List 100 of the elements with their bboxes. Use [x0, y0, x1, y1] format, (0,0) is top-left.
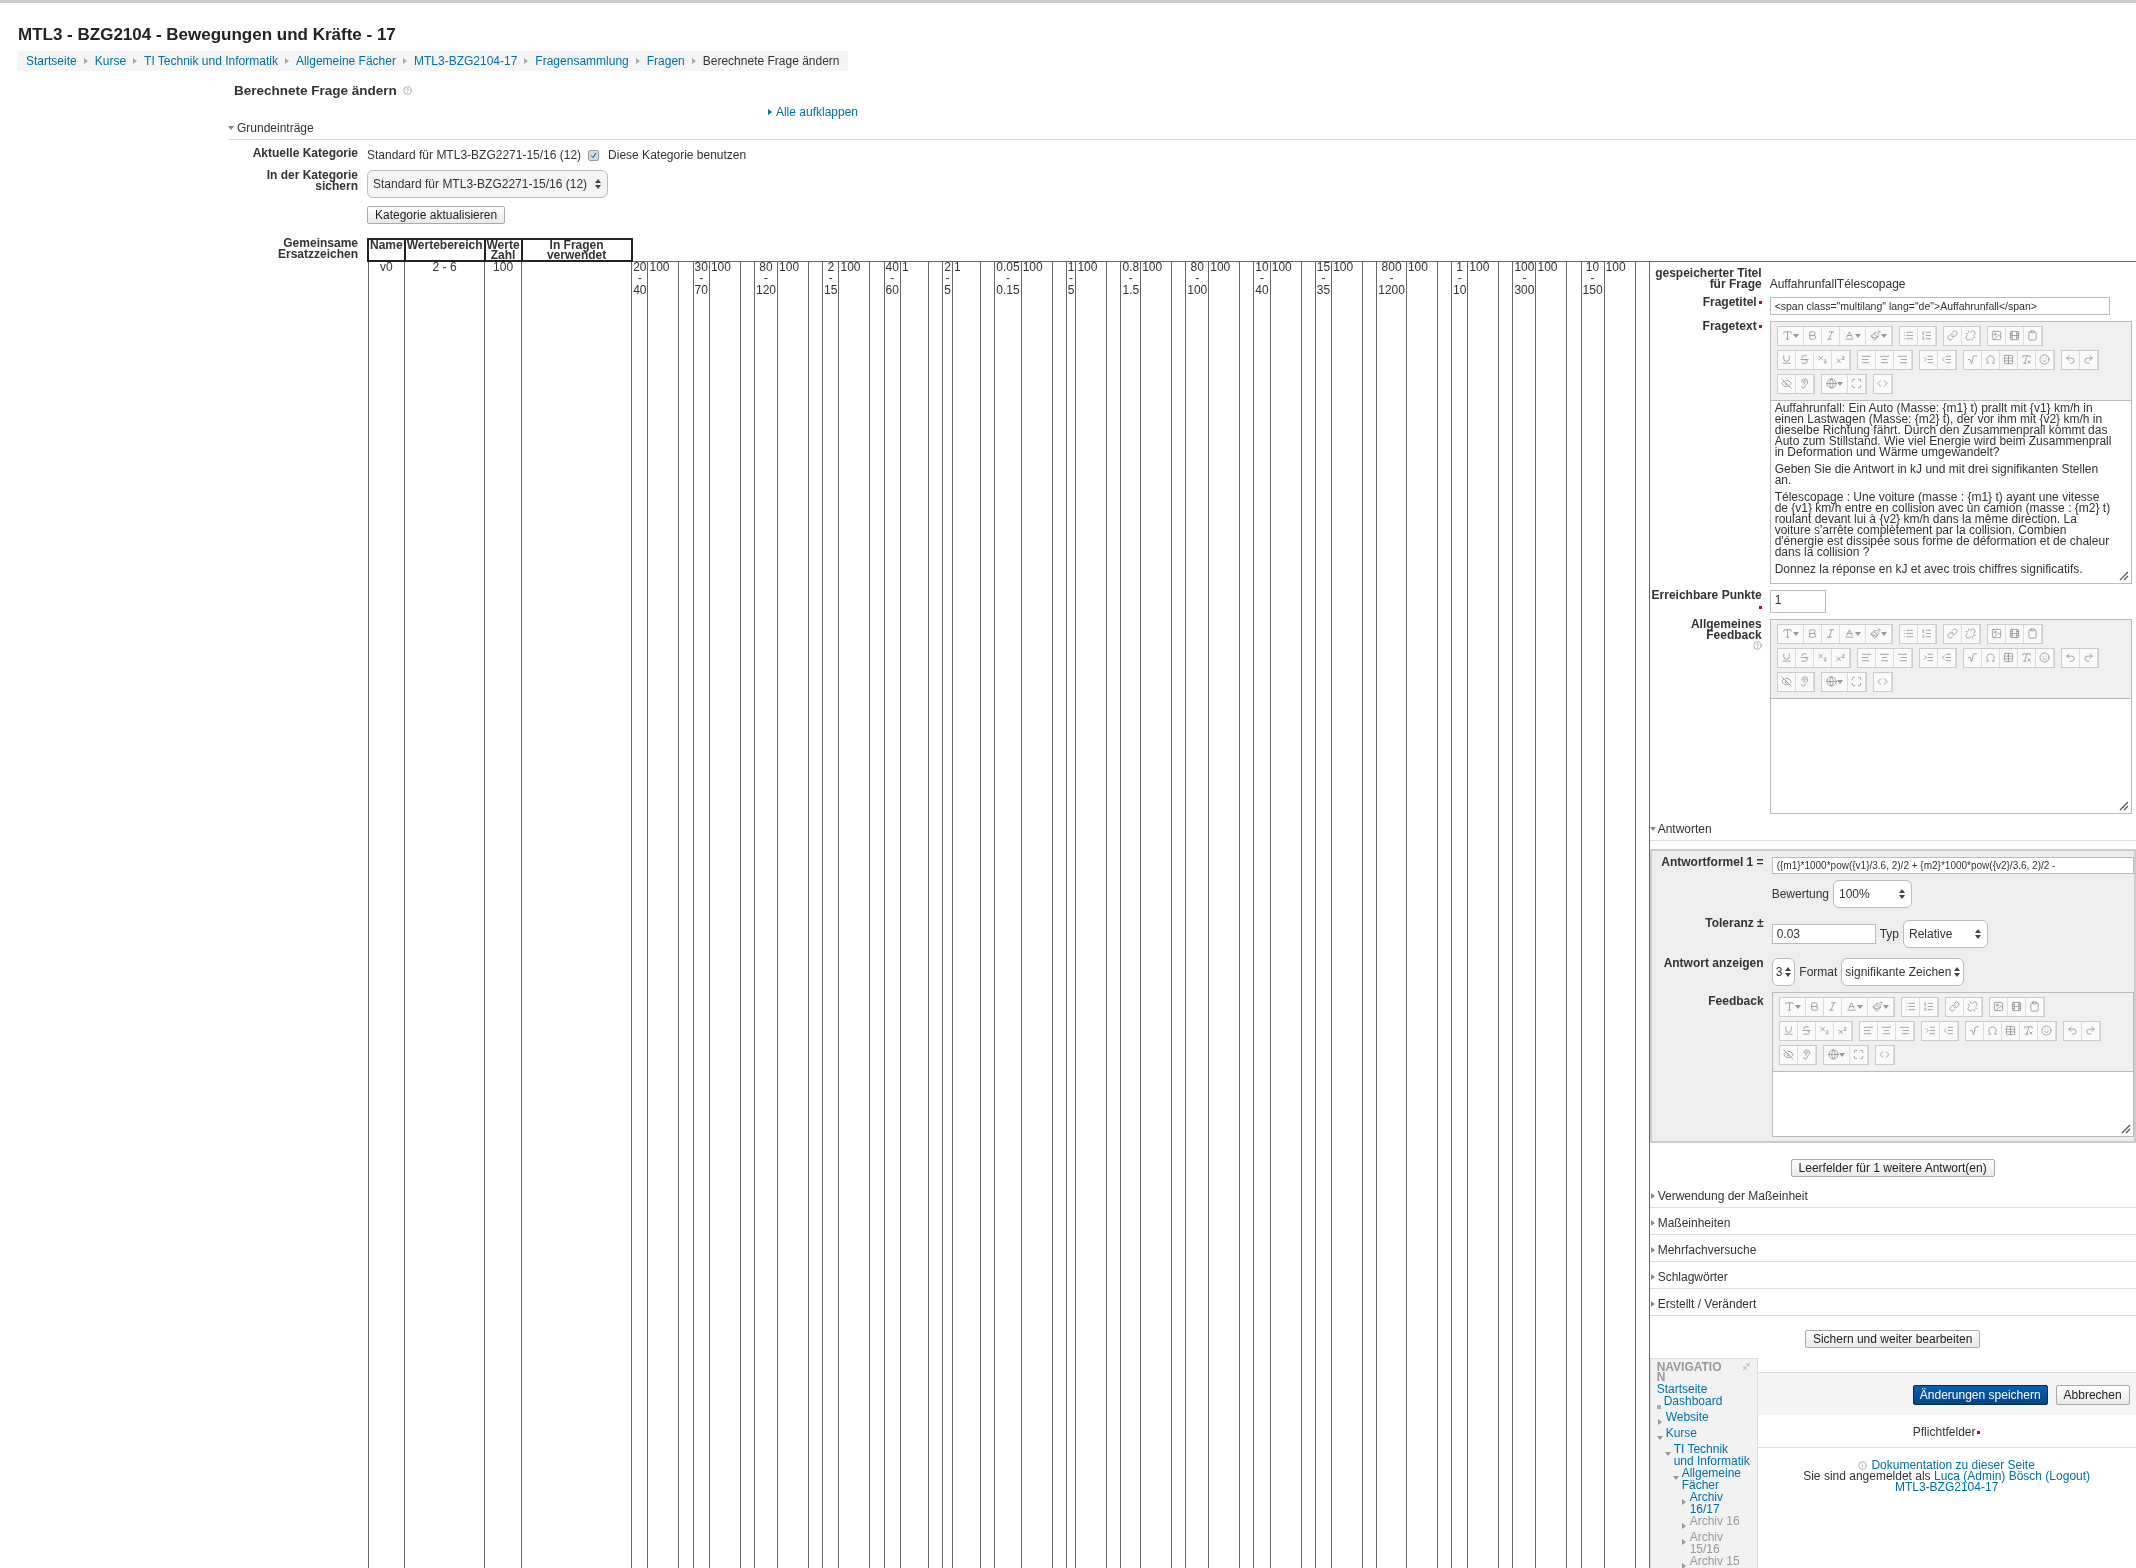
outdent-button[interactable]: [1937, 350, 1956, 369]
align-left-button[interactable]: [1857, 648, 1876, 667]
omega-button[interactable]: [1983, 1021, 2002, 1040]
globe-button[interactable]: [1821, 672, 1848, 691]
outdent-button[interactable]: [1937, 648, 1956, 667]
align-right-button[interactable]: [1893, 648, 1912, 667]
ear-button[interactable]: [1795, 374, 1814, 393]
table-button[interactable]: [1999, 648, 2018, 667]
update-category-button[interactable]: Kategorie aktualisieren: [367, 206, 506, 224]
subscript-button[interactable]: [1813, 350, 1832, 369]
undo-button[interactable]: [2061, 648, 2080, 667]
breadcrumb-link[interactable]: Fragen: [646, 54, 685, 68]
font-size-button[interactable]: [1779, 997, 1806, 1016]
clipboard-button[interactable]: [2025, 997, 2044, 1016]
code-button[interactable]: [1873, 672, 1892, 691]
text-color-button[interactable]: [1841, 997, 1868, 1016]
breadcrumb-link[interactable]: Kurse: [94, 54, 127, 68]
ear-button[interactable]: [1795, 672, 1814, 691]
image-button[interactable]: [1987, 326, 2006, 345]
globe-button[interactable]: [1823, 1045, 1850, 1064]
clipboard-button[interactable]: [2023, 624, 2042, 643]
globe-button[interactable]: [1821, 374, 1848, 393]
eye-off-button[interactable]: [1779, 1045, 1798, 1064]
breadcrumb-link[interactable]: TI Technik und Informatik: [144, 54, 278, 68]
smiley-button[interactable]: [2035, 648, 2054, 667]
subscript-button[interactable]: [1813, 648, 1832, 667]
align-right-button[interactable]: [1895, 1021, 1914, 1040]
unlink-button[interactable]: [1963, 997, 1982, 1016]
italic-button[interactable]: [1823, 997, 1842, 1016]
breadcrumb-link[interactable]: Allgemeine Fächer: [295, 54, 396, 68]
breadcrumb-link[interactable]: Fragensammlung: [535, 54, 629, 68]
image-button[interactable]: [1989, 997, 2008, 1016]
table-button[interactable]: [2001, 1021, 2020, 1040]
bullet-list-button[interactable]: [1899, 326, 1918, 345]
smiley-button[interactable]: [2035, 350, 2054, 369]
section-legend[interactable]: Erstellt / Verändert: [1657, 1296, 1757, 1311]
link-button[interactable]: [1943, 326, 1962, 345]
redo-button[interactable]: [2079, 350, 2098, 369]
superscript-button[interactable]: [1833, 1021, 1852, 1040]
add-answers-button[interactable]: Leerfelder für 1 weitere Antwort(en): [1790, 1158, 1995, 1177]
square-root-button[interactable]: [1963, 648, 1982, 667]
superscript-button[interactable]: [1831, 648, 1850, 667]
film-button[interactable]: [2007, 997, 2026, 1016]
points-field[interactable]: 1: [1769, 589, 1826, 613]
strikethrough-button[interactable]: [1795, 648, 1814, 667]
help-icon[interactable]: [1752, 641, 1762, 651]
smiley-button[interactable]: [2037, 1021, 2056, 1040]
checkbox[interactable]: [588, 149, 600, 161]
undo-button[interactable]: [2063, 1021, 2082, 1040]
type-select[interactable]: Relative: [1903, 919, 1988, 948]
numbered-list-button[interactable]: [1917, 326, 1936, 345]
nav-link[interactable]: Kurse: [1665, 1427, 1697, 1440]
redo-button[interactable]: [2081, 1021, 2100, 1040]
outdent-button[interactable]: [1939, 1021, 1958, 1040]
indent-button[interactable]: [1919, 648, 1938, 667]
code-button[interactable]: [1873, 374, 1892, 393]
nav-link[interactable]: Dashboard: [1663, 1395, 1723, 1408]
align-right-button[interactable]: [1893, 350, 1912, 369]
text-color-button[interactable]: [1839, 624, 1866, 643]
course-link[interactable]: MTL3-BZG2104-17: [1894, 1482, 1999, 1494]
cancel-button[interactable]: Abbrechen: [2055, 1384, 2130, 1405]
save-button[interactable]: Änderungen speichern: [1912, 1384, 2048, 1405]
clear-formatting-button[interactable]: [2019, 1021, 2038, 1040]
clear-formatting-button[interactable]: [2017, 648, 2036, 667]
fullscreen-button[interactable]: [1847, 672, 1866, 691]
section-legend[interactable]: Schlagwörter: [1657, 1269, 1728, 1284]
bold-button[interactable]: [1803, 326, 1822, 345]
nav-link[interactable]: Startseite: [1656, 1383, 1708, 1396]
square-root-button[interactable]: [1965, 1021, 1984, 1040]
bold-button[interactable]: [1805, 997, 1824, 1016]
text-color-button[interactable]: [1839, 326, 1866, 345]
subscript-button[interactable]: [1815, 1021, 1834, 1040]
font-size-button[interactable]: [1777, 624, 1804, 643]
unlink-button[interactable]: [1961, 624, 1980, 643]
section-legend[interactable]: Mehrfachversuche: [1657, 1242, 1757, 1257]
square-root-button[interactable]: [1963, 350, 1982, 369]
clipboard-button[interactable]: [2023, 326, 2042, 345]
underline-button[interactable]: [1779, 1021, 1798, 1040]
superscript-button[interactable]: [1831, 350, 1850, 369]
strikethrough-button[interactable]: [1797, 1021, 1816, 1040]
table-button[interactable]: [1999, 350, 2018, 369]
align-left-button[interactable]: [1857, 350, 1876, 369]
digits-select[interactable]: 3: [1771, 957, 1796, 986]
section-legend[interactable]: Antworten: [1657, 821, 1712, 836]
bold-button[interactable]: [1803, 624, 1822, 643]
numbered-list-button[interactable]: [1919, 997, 1938, 1016]
bullet-list-button[interactable]: [1901, 997, 1920, 1016]
link-button[interactable]: [1943, 624, 1962, 643]
indent-button[interactable]: [1921, 1021, 1940, 1040]
section-legend[interactable]: Maßeinheiten: [1657, 1215, 1731, 1230]
paintbrush-button[interactable]: [1865, 624, 1892, 643]
clear-formatting-button[interactable]: [2017, 350, 2036, 369]
font-size-button[interactable]: [1777, 326, 1804, 345]
help-icon[interactable]: [402, 86, 412, 95]
align-center-button[interactable]: [1875, 350, 1894, 369]
nav-link[interactable]: Website: [1665, 1411, 1709, 1424]
bullet-list-button[interactable]: [1899, 624, 1918, 643]
fullscreen-button[interactable]: [1847, 374, 1866, 393]
image-button[interactable]: [1987, 624, 2006, 643]
italic-button[interactable]: [1821, 326, 1840, 345]
